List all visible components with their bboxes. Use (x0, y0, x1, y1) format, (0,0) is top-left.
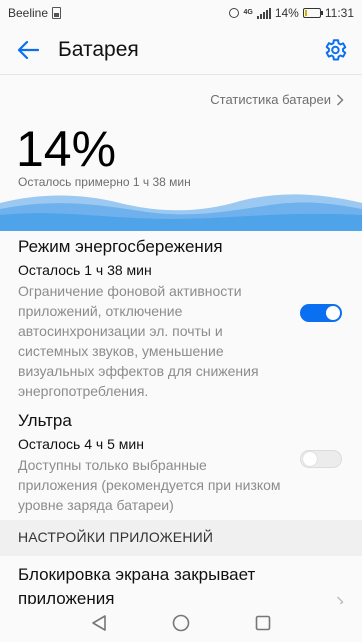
ultra-title: Ультра (18, 411, 72, 430)
navigation-bar (0, 604, 362, 642)
clock: 11:31 (324, 6, 354, 20)
section-header-label: НАСТРОЙКИ ПРИЛОЖЕНИЙ (18, 529, 214, 545)
status-bar-right: 4G 14% 11:31 (229, 6, 354, 20)
chevron-right-icon (337, 94, 344, 105)
section-header-app-settings: НАСТРОЙКИ ПРИЛОЖЕНИЙ (0, 520, 362, 556)
toolbar: Батарея (0, 26, 362, 75)
battery-percent: 14% (16, 121, 117, 177)
nav-home-button[interactable] (166, 608, 196, 638)
toggle-knob (326, 306, 340, 320)
toggle-knob (303, 452, 317, 466)
signal-icon (256, 7, 271, 19)
status-bar: Beeline 4G 14% 11:31 (0, 0, 362, 26)
back-button[interactable] (12, 36, 44, 64)
battery-fill (304, 10, 307, 16)
carrier-name: Beeline (8, 6, 49, 20)
power-saving-description: Ограничение фоновой активности приложени… (18, 283, 259, 399)
gear-icon (325, 39, 347, 61)
status-bar-left: Beeline (8, 6, 62, 20)
power-saving-title: Режим энергосбережения (18, 237, 223, 256)
power-saving-remaining: Осталось 1 ч 38 мин (18, 262, 152, 278)
battery-icon (302, 8, 323, 18)
ultra-mode[interactable]: Ультра Осталось 4 ч 5 мин Доступны тольк… (18, 410, 286, 515)
battery-wave-graphic (0, 194, 362, 231)
arrow-left-icon (17, 41, 39, 59)
battery-remaining-time: Осталось примерно 1 ч 38 мин (18, 175, 191, 189)
battery-stats-label: Статистика батареи (210, 92, 331, 107)
sim-icon (52, 7, 62, 19)
square-recents-icon (255, 615, 271, 631)
ultra-description: Доступны только выбранные приложения (ре… (18, 457, 281, 513)
alarm-icon (229, 8, 240, 18)
battery-percent-status: 14% (274, 6, 299, 20)
settings-button[interactable] (322, 37, 348, 63)
triangle-back-icon (92, 615, 106, 631)
power-saving-toggle[interactable] (300, 304, 342, 322)
nav-back-button[interactable] (84, 608, 114, 638)
battery-stats-link[interactable]: Статистика батареи (210, 92, 344, 107)
network-type-icon: 4G (243, 9, 253, 16)
nav-recents-button[interactable] (248, 608, 278, 638)
page-title: Батарея (58, 38, 139, 61)
ultra-toggle[interactable] (300, 450, 342, 468)
power-saving-mode[interactable]: Режим энергосбережения Осталось 1 ч 38 м… (18, 236, 286, 401)
circle-home-icon (172, 614, 190, 632)
ultra-remaining: Осталось 4 ч 5 мин (18, 436, 144, 452)
